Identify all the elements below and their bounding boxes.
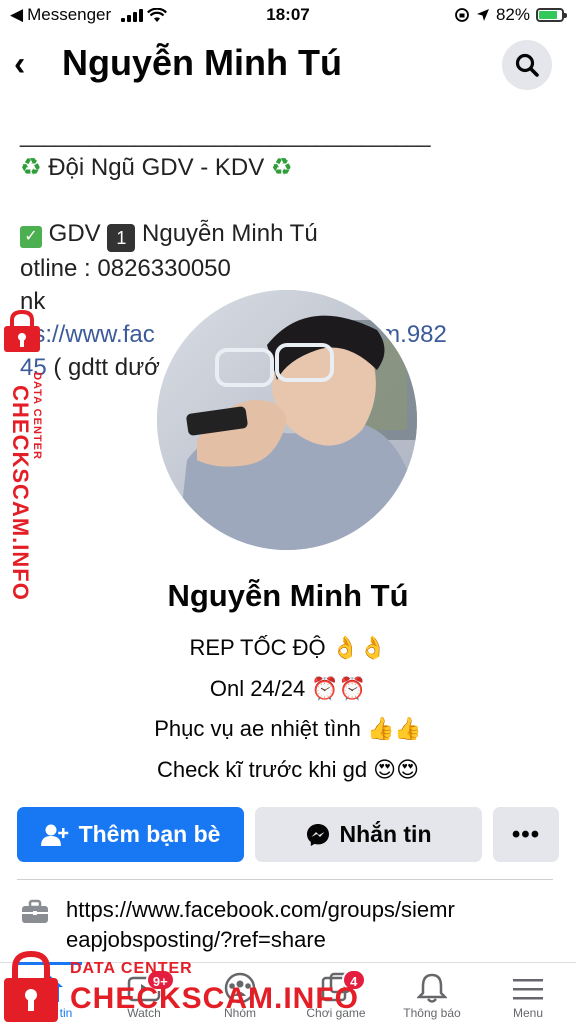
message-label: Nhắn tin xyxy=(339,821,432,847)
avatar-photo xyxy=(157,290,417,550)
cover-line-3-name: Nguyễn Minh Tú xyxy=(142,220,318,247)
cover-line-2: Đội Ngũ GDV - KDV xyxy=(48,154,265,181)
nav-home-label: tin xyxy=(59,1006,73,1020)
watermark-lock-icon xyxy=(4,310,40,352)
menu-icon xyxy=(513,979,543,1000)
nav-notifications-label: Thông báo xyxy=(403,1006,461,1020)
nav-groups[interactable]: Nhóm xyxy=(192,963,288,1024)
intro-link-row[interactable]: https://www.facebook.com/groups/siemreap… xyxy=(20,895,560,955)
nav-watch-label: Watch xyxy=(127,1006,161,1020)
battery-percent: 82% xyxy=(495,5,530,24)
nav-watch[interactable]: Watch 9+ xyxy=(96,963,192,1024)
watermark-left: DATA CENTER CHECKSCAM.INFO xyxy=(2,310,62,601)
nav-groups-label: Nhóm xyxy=(223,1006,256,1020)
battery-level xyxy=(539,11,558,19)
nav-gaming-label: Chơi game xyxy=(306,1006,366,1020)
recycle-icon: ♻ xyxy=(270,153,293,181)
more-icon: ••• xyxy=(511,820,541,848)
check-icon: ✓ xyxy=(20,226,42,248)
add-friend-button[interactable]: Thêm bạn bè xyxy=(17,807,244,862)
recycle-icon: ♻ xyxy=(20,153,42,181)
nav-gaming[interactable]: Chơi game 4 xyxy=(288,963,384,1024)
add-friend-label: Thêm bạn bè xyxy=(78,821,221,847)
profile-header: ‹ Nguyễn Minh Tú xyxy=(0,32,576,98)
location-icon xyxy=(476,9,489,21)
profile-bio: REP TỐC ĐỘ 👌👌 Onl 24/24 ⏰⏰ Phục vụ ae nh… xyxy=(0,628,576,790)
nav-menu[interactable]: Menu xyxy=(480,963,576,1024)
cover-line-1: ____________________________________ xyxy=(20,121,431,148)
bio-line: Phục vụ ae nhiệt tình 👍👍 xyxy=(154,716,422,741)
rotation-lock-icon xyxy=(455,8,469,22)
nav-notifications[interactable]: Thông báo xyxy=(384,963,480,1024)
search-button[interactable] xyxy=(502,40,552,90)
status-bar: ◀ Messenger 18:07 82% xyxy=(0,0,576,30)
battery-icon xyxy=(536,8,567,22)
search-icon xyxy=(515,53,539,77)
profile-actions: Thêm bạn bè Nhắn tin ••• xyxy=(17,807,559,862)
more-button[interactable]: ••• xyxy=(493,807,559,862)
intro-link[interactable]: https://www.facebook.com/groups/siemreap… xyxy=(66,895,466,955)
add-friend-icon xyxy=(40,824,68,846)
briefcase-icon xyxy=(22,899,48,923)
divider xyxy=(17,879,553,880)
nav-menu-label: Menu xyxy=(512,1006,544,1020)
cover-num: 1 xyxy=(107,224,136,252)
bio-line: Check kĩ trước khi gd 😍😍 xyxy=(156,756,420,782)
groups-icon xyxy=(224,972,256,1004)
watch-badge: 9+ xyxy=(145,969,175,991)
nav-home[interactable]: tin xyxy=(0,962,96,1024)
bio-line: Onl 24/24 ⏰⏰ xyxy=(209,675,367,701)
messenger-icon xyxy=(306,823,329,846)
profile-name: Nguyễn Minh Tú xyxy=(167,578,409,613)
profile-avatar[interactable] xyxy=(153,286,421,554)
message-button[interactable]: Nhắn tin xyxy=(255,807,482,862)
bottom-nav: tin Watch 9+ Nhóm Chơi game 4 Thông báo … xyxy=(0,962,576,1024)
back-button[interactable]: ‹ xyxy=(14,46,46,82)
gaming-badge: 4 xyxy=(341,969,366,991)
page-title: Nguyễn Minh Tú xyxy=(62,42,342,83)
home-icon xyxy=(33,974,63,1002)
cover-gdv: GDV xyxy=(48,220,101,247)
cover-line-7: ( gdtt dướ xyxy=(46,354,160,381)
watermark-brand-vertical: CHECKSCAM.INFO xyxy=(8,385,33,601)
bio-line: REP TỐC ĐỘ 👌👌 xyxy=(189,635,387,660)
cover-line-4: otline : 0826330050 xyxy=(20,255,231,282)
bell-icon xyxy=(417,973,447,1003)
